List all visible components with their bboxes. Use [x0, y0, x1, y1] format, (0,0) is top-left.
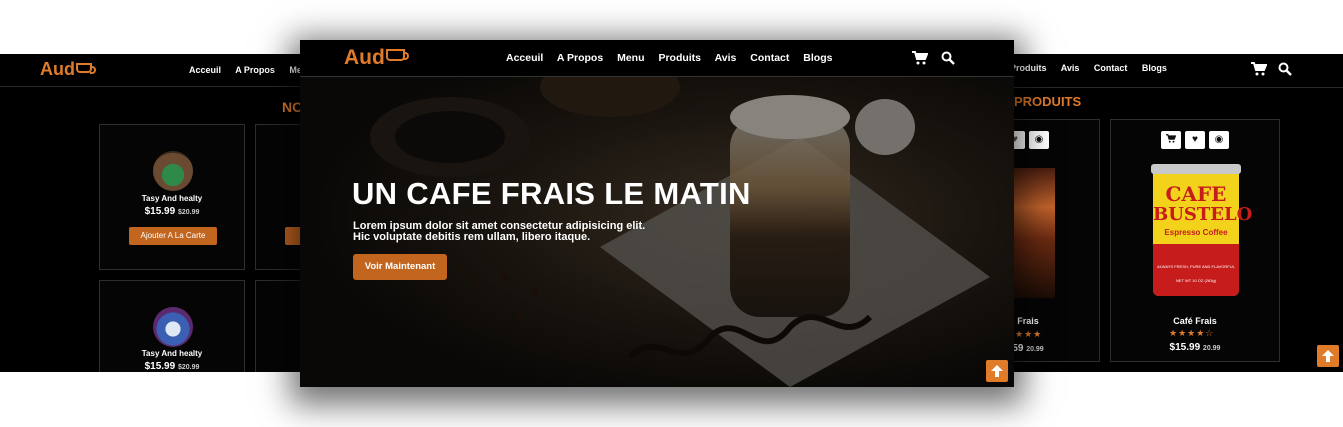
nav-link-acceuil[interactable]: Acceuil: [189, 65, 221, 75]
nav-link-avis[interactable]: Avis: [715, 52, 737, 64]
nav-link-avis[interactable]: Avis: [1061, 63, 1080, 73]
view-eye-icon[interactable]: ◉: [1029, 131, 1049, 149]
product-card: ♥ ◉ Frais ★★★ 59 20.99: [1000, 119, 1100, 362]
add-to-cart-button[interactable]: Ajouter A La Carte: [129, 227, 217, 245]
product-name: Café Frais: [1173, 316, 1217, 326]
search-icon[interactable]: [1278, 62, 1292, 76]
left-logo[interactable]: Aud: [40, 59, 96, 80]
cart-icon[interactable]: [1251, 62, 1267, 76]
coffee-cup-icon: [76, 63, 96, 74]
search-icon[interactable]: [941, 51, 955, 65]
nav-link-a-propos[interactable]: A Propos: [235, 65, 275, 75]
price-current: $15.99: [1169, 342, 1201, 353]
price-current: $15.99: [144, 206, 176, 217]
can-red-band: [1153, 244, 1239, 296]
product-avatar: [153, 151, 193, 191]
product-card: Tasy And healty $15.99 $20.99: [99, 280, 245, 372]
nav-link-produits[interactable]: Produits: [1010, 63, 1047, 73]
product-image-coffee-can: CAFE BUSTELO Espresso Coffee ALWAYS FRES…: [1151, 164, 1253, 296]
scroll-to-top-button[interactable]: [1317, 345, 1339, 367]
can-text: NET WT 10 OZ (283g): [1175, 278, 1217, 283]
left-navbar: Aud Acceuil A Propos Me: [0, 54, 330, 87]
product-price: $15.99 20.99: [1111, 342, 1279, 353]
product-price: $15.99 $20.99: [100, 361, 244, 372]
can-text: ALWAYS FRESH, PURE AND FLAVORFUL: [1157, 264, 1235, 269]
rating-stars: ★★★★☆: [1169, 328, 1215, 338]
product-name: Tasy And healty: [141, 194, 203, 203]
nav-link-blogs[interactable]: Blogs: [1142, 63, 1167, 73]
nav-link-a-propos[interactable]: A Propos: [557, 52, 603, 64]
hero-description: Lorem ipsum dolor sit amet consectetur a…: [353, 221, 673, 243]
cart-icon[interactable]: [912, 51, 928, 65]
product-avatar: [153, 307, 193, 347]
can-text: Espresso Coffee: [1164, 228, 1228, 237]
voir-maintenant-button[interactable]: Voir Maintenant: [353, 254, 447, 280]
can-text: BUSTELO: [1153, 204, 1253, 225]
logo-text: Aud: [40, 59, 75, 79]
product-price: $15.99 $20.99: [100, 206, 244, 217]
nav-link-contact[interactable]: Contact: [750, 52, 789, 64]
nav-link-acceuil[interactable]: Acceuil: [506, 52, 543, 64]
coffee-cup-icon: [385, 49, 409, 61]
main-logo[interactable]: Aud: [344, 46, 409, 70]
product-card: ♥ ◉ CAFE BUSTELO Espresso Coffee ALWAYS …: [1110, 119, 1280, 362]
arrow-up-icon: [991, 365, 1003, 377]
main-navbar: Aud Acceuil A Propos Menu Produits Avis …: [300, 40, 1014, 77]
product-name: Tasy And healty: [141, 349, 203, 358]
nav-link-contact[interactable]: Contact: [1094, 63, 1128, 73]
wishlist-heart-icon[interactable]: ♥: [1185, 131, 1205, 149]
right-section-title: PRODUITS: [1014, 94, 1082, 109]
showcase-stage: Aud Acceuil A Propos Me NO Tasy And heal…: [0, 0, 1343, 427]
product-card: Tasy And healty $15.99 $20.99 Ajouter A …: [99, 124, 245, 270]
hero-text-line: Hic voluptate debitis rem ullam, libero …: [353, 231, 591, 243]
nav-link-blogs[interactable]: Blogs: [803, 52, 832, 64]
nav-divider: [1000, 87, 1343, 88]
price-old: $20.99: [177, 364, 200, 371]
main-nav-links: Acceuil A Propos Menu Produits Avis Cont…: [506, 52, 843, 64]
foreground-screenshot: Aud Acceuil A Propos Menu Produits Avis …: [300, 40, 1014, 387]
view-eye-icon[interactable]: ◉: [1209, 131, 1229, 149]
price-old: 20.99: [1202, 345, 1221, 352]
left-screenshot: Aud Acceuil A Propos Me NO Tasy And heal…: [0, 54, 330, 372]
nav-link-menu[interactable]: Menu: [617, 52, 644, 64]
price-old: 20.99: [1026, 346, 1044, 353]
logo-text: Aud: [344, 46, 385, 69]
can-text: CAFE: [1165, 182, 1227, 206]
right-nav-links: Produits Avis Contact Blogs: [1010, 63, 1179, 73]
scroll-to-top-button[interactable]: [986, 360, 1008, 382]
rating-stars: ★★★: [1015, 329, 1043, 339]
price-old: $20.99: [177, 209, 200, 216]
cart-icon[interactable]: [1161, 131, 1181, 149]
product-image: [1011, 168, 1055, 298]
arrow-up-icon: [1322, 350, 1334, 362]
nav-link-produits[interactable]: Produits: [658, 52, 701, 64]
can-lid: [1151, 164, 1241, 174]
left-nav-links: Acceuil A Propos Me: [189, 65, 314, 75]
hero-title: UN CAFE FRAIS LE MATIN: [352, 176, 751, 211]
right-screenshot: Produits Avis Contact Blogs PRODUITS ♥ ◉…: [1000, 54, 1343, 372]
price-current: $15.99: [144, 361, 176, 372]
